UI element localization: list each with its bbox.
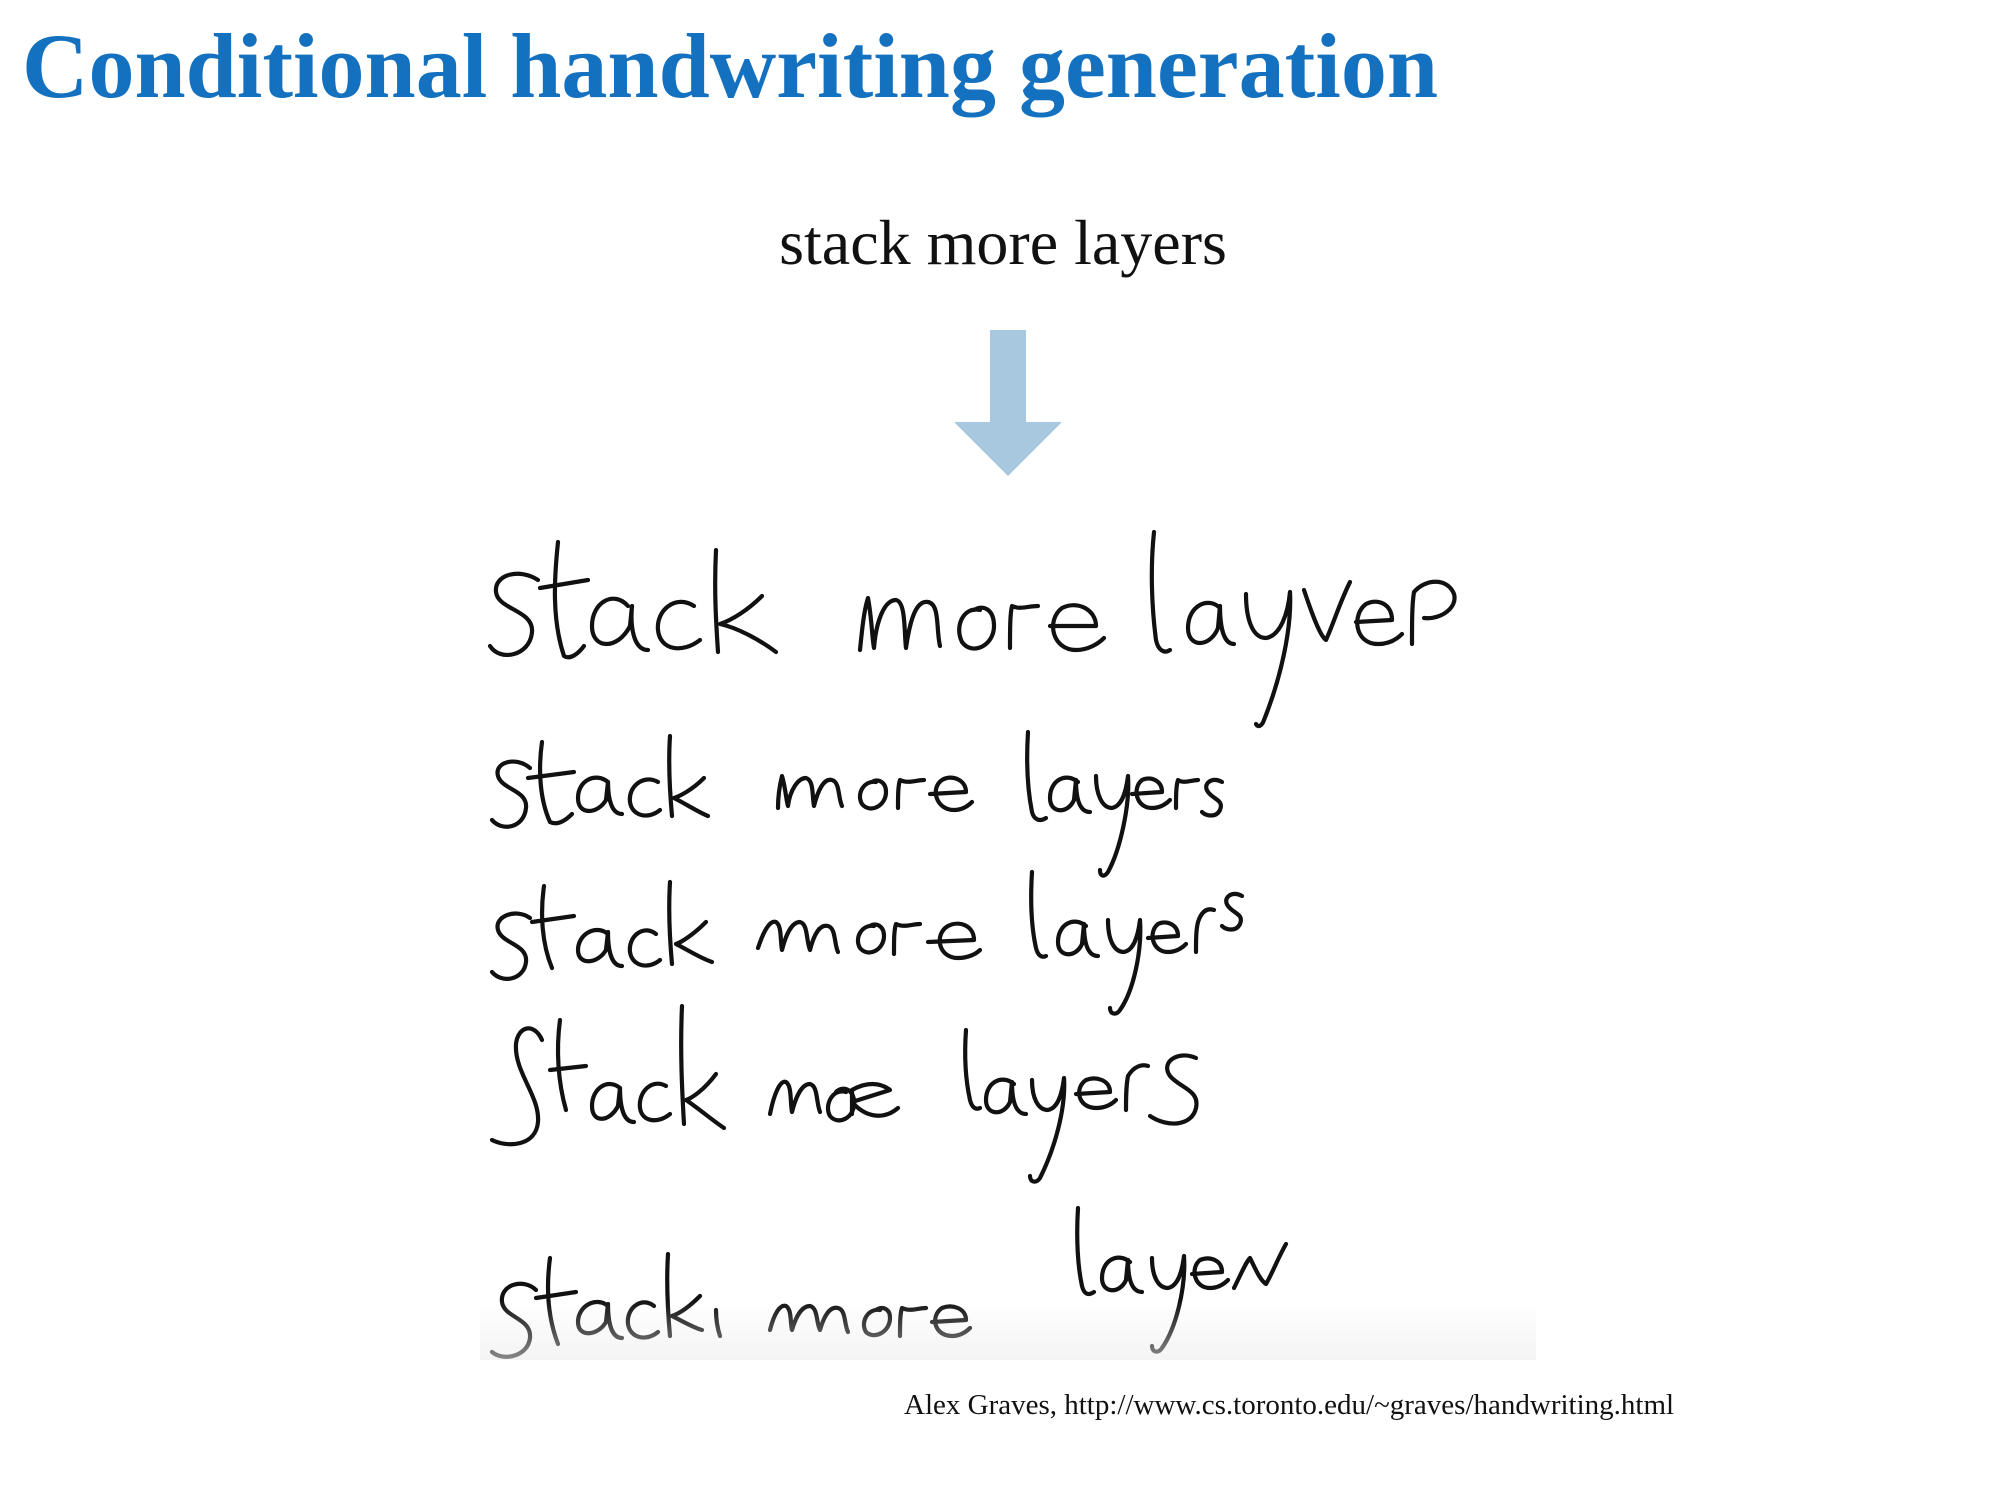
input-text-label: stack more layers — [779, 207, 1227, 278]
citation: Alex Graves, http://www.cs.toronto.edu/~… — [904, 1389, 1675, 1421]
down-arrow-icon — [954, 330, 1062, 476]
handwriting-line-4 — [489, 1003, 1199, 1184]
slide-title: Conditional handwriting generation — [22, 15, 1438, 117]
handwriting-line-3 — [489, 869, 1245, 1016]
handwriting-line-1 — [487, 529, 1457, 729]
input-text: stack more layers — [0, 207, 2000, 278]
handwriting-line-2 — [489, 729, 1225, 878]
handwriting-samples-image — [487, 529, 1457, 1359]
handwriting-image-fade — [480, 1300, 1536, 1360]
